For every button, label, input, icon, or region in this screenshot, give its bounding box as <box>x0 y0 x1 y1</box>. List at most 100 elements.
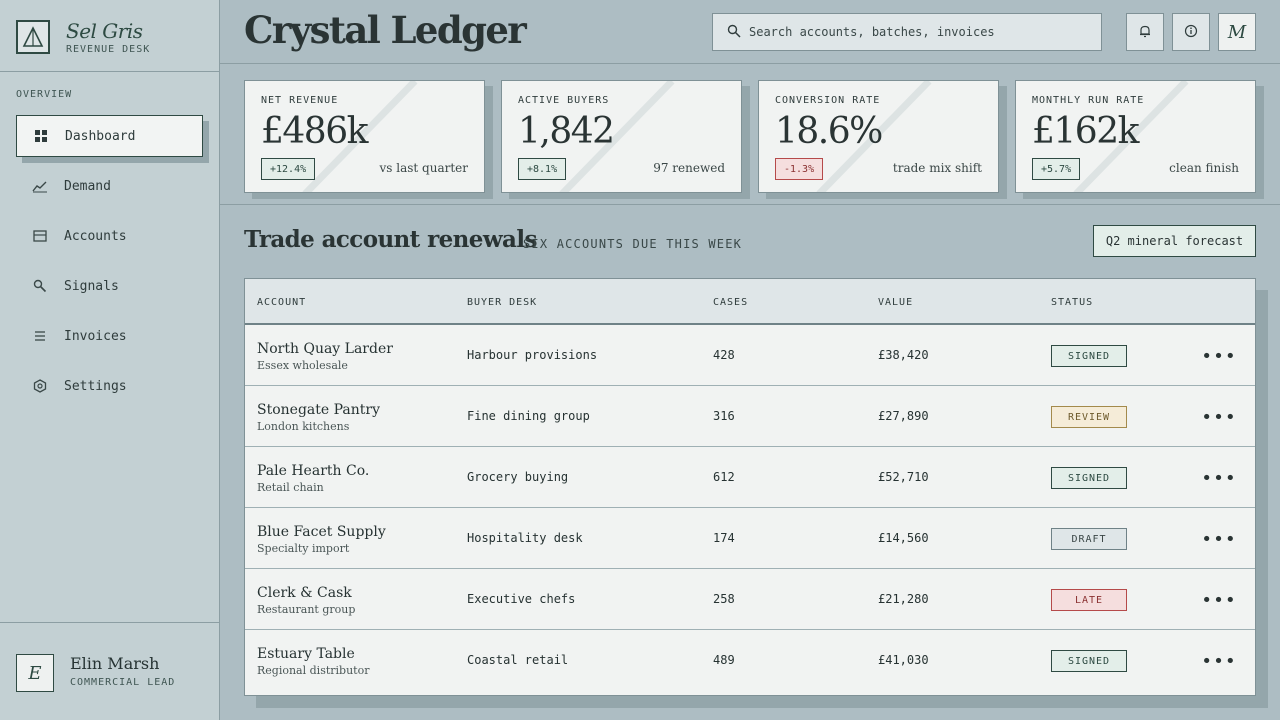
sidebar-item-label: Settings <box>64 378 127 394</box>
kpi-note: 97 renewed <box>653 161 725 175</box>
more-actions-icon[interactable]: ••• <box>1201 406 1236 428</box>
account-name[interactable]: Blue Facet Supply <box>257 524 386 540</box>
status-badge: REVIEW <box>1051 406 1127 428</box>
profile-menu-button[interactable]: M <box>1218 13 1256 51</box>
account-name[interactable]: Estuary Table <box>257 646 355 662</box>
sidebar-item-label: Invoices <box>64 328 127 344</box>
renewals-table: ACCOUNT BUYER DESK CASES VALUE STATUS No… <box>244 278 1256 696</box>
buyer-desk-cell: Grocery buying <box>467 470 569 484</box>
info-icon <box>1184 23 1198 42</box>
column-header-cases[interactable]: CASES <box>713 297 748 308</box>
table-row[interactable]: Estuary Table Regional distributor Coastal… <box>245 630 1255 691</box>
brand-logo-icon[interactable] <box>16 20 50 54</box>
cases-cell: 258 <box>713 592 735 606</box>
sidebar-item-label: Accounts <box>64 228 127 244</box>
table-row[interactable]: Blue Facet Supply Specialty import Hospita… <box>245 508 1255 569</box>
kpi-card-net-revenue: NET REVENUE £486k +12.4% vs last quarter <box>244 80 485 193</box>
account-region: Regional distributor <box>257 664 370 677</box>
table-row[interactable]: Stonegate Pantry London kitchens Fine dini… <box>245 386 1255 447</box>
section-divider <box>220 204 1280 205</box>
sidebar-item-label: Demand <box>64 178 111 194</box>
kpi-label: MONTHLY RUN RATE <box>1032 95 1145 106</box>
table-header: ACCOUNT BUYER DESK CASES VALUE STATUS <box>245 279 1255 325</box>
status-badge: LATE <box>1051 589 1127 611</box>
more-actions-icon[interactable]: ••• <box>1201 650 1236 672</box>
account-region: Essex wholesale <box>257 359 348 372</box>
notifications-button[interactable] <box>1126 13 1164 51</box>
forecast-button[interactable]: Q2 mineral forecast <box>1093 225 1256 257</box>
kpi-label: CONVERSION RATE <box>775 95 881 106</box>
cases-cell: 428 <box>713 348 735 362</box>
grid-icon <box>17 129 65 143</box>
more-actions-icon[interactable]: ••• <box>1201 467 1236 489</box>
table-row[interactable]: Clerk & Cask Restaurant group Executive ch… <box>245 569 1255 630</box>
card-icon <box>16 230 64 242</box>
buyer-desk-cell: Hospitality desk <box>467 531 583 545</box>
kpi-card-active-buyers: ACTIVE BUYERS 1,842 +8.1% 97 renewed <box>501 80 742 193</box>
top-header: Crystal Ledger M <box>220 0 1280 64</box>
kpi-value: £162k <box>1032 111 1139 152</box>
value-cell: £14,560 <box>878 531 929 545</box>
kpi-note: clean finish <box>1169 161 1239 175</box>
trend-line-icon <box>16 179 64 193</box>
section-subtitle: SIX ACCOUNTS DUE THIS WEEK <box>523 237 743 251</box>
kpi-card-monthly-run-rate: MONTHLY RUN RATE £162k +5.7% clean finis… <box>1015 80 1256 193</box>
sidebar-item-label: Dashboard <box>65 128 136 144</box>
kpi-note: vs last quarter <box>379 161 469 175</box>
table-row[interactable]: Pale Hearth Co. Retail chain Grocery buyin… <box>245 447 1255 508</box>
brand-block: Sel Gris REVENUE DESK <box>0 0 219 72</box>
sidebar-item-dashboard[interactable]: Dashboard <box>16 115 203 157</box>
sidebar-item-accounts[interactable]: Accounts <box>16 215 203 257</box>
kpi-delta-badge: +8.1% <box>518 158 567 180</box>
kpi-value: 18.6% <box>775 111 883 152</box>
sidebar-item-settings[interactable]: Settings <box>16 365 203 407</box>
column-header-account[interactable]: ACCOUNT <box>257 297 306 308</box>
status-badge: SIGNED <box>1051 650 1127 672</box>
kpi-card-conversion-rate: CONVERSION RATE 18.6% -1.3% trade mix sh… <box>758 80 999 193</box>
more-actions-icon[interactable]: ••• <box>1201 589 1236 611</box>
search-input[interactable] <box>749 25 1079 39</box>
column-header-status[interactable]: STATUS <box>1051 297 1093 308</box>
cases-cell: 489 <box>713 653 735 667</box>
kpi-delta-badge: -1.3% <box>775 158 824 180</box>
user-profile[interactable]: E Elin Marsh COMMERCIAL LEAD <box>0 622 219 720</box>
brand-subtitle: REVENUE DESK <box>66 44 151 55</box>
column-header-value[interactable]: VALUE <box>878 297 913 308</box>
sidebar-item-invoices[interactable]: Invoices <box>16 315 203 357</box>
account-name[interactable]: Clerk & Cask <box>257 585 352 601</box>
avatar[interactable]: E <box>16 654 54 692</box>
kpi-label: NET REVENUE <box>261 95 339 106</box>
buyer-desk-cell: Executive chefs <box>467 592 576 606</box>
sidebar-item-label: Signals <box>64 278 119 294</box>
account-name[interactable]: Stonegate Pantry <box>257 402 380 418</box>
search-box[interactable] <box>712 13 1102 51</box>
status-badge: SIGNED <box>1051 345 1127 367</box>
nav-heading: OVERVIEW <box>16 89 73 100</box>
search-signal-icon <box>16 279 64 293</box>
hex-gear-icon <box>16 379 64 393</box>
info-button[interactable] <box>1172 13 1210 51</box>
account-region: London kitchens <box>257 420 350 433</box>
account-name[interactable]: North Quay Larder <box>257 341 393 357</box>
buyer-desk-cell: Fine dining group <box>467 409 590 423</box>
user-name: Elin Marsh <box>70 654 160 673</box>
table-row[interactable]: North Quay Larder Essex wholesale Harbour … <box>245 325 1255 386</box>
more-actions-icon[interactable]: ••• <box>1201 345 1236 367</box>
kpi-note: trade mix shift <box>892 161 982 175</box>
kpi-value: £486k <box>261 111 368 152</box>
buyer-desk-cell: Coastal retail <box>467 653 569 667</box>
user-role: COMMERCIAL LEAD <box>70 677 176 688</box>
value-cell: £38,420 <box>878 348 929 362</box>
column-header-buyer-desk[interactable]: BUYER DESK <box>467 297 537 308</box>
list-icon <box>16 330 64 342</box>
sidebar-item-demand[interactable]: Demand <box>16 165 203 207</box>
account-name[interactable]: Pale Hearth Co. <box>257 463 369 479</box>
more-actions-icon[interactable]: ••• <box>1201 528 1236 550</box>
sidebar: Sel Gris REVENUE DESK OVERVIEW Dashboard… <box>0 0 220 720</box>
cases-cell: 612 <box>713 470 735 484</box>
value-cell: £41,030 <box>878 653 929 667</box>
buyer-desk-cell: Harbour provisions <box>467 348 598 362</box>
account-region: Specialty import <box>257 542 350 555</box>
sidebar-item-signals[interactable]: Signals <box>16 265 203 307</box>
kpi-label: ACTIVE BUYERS <box>518 95 610 106</box>
